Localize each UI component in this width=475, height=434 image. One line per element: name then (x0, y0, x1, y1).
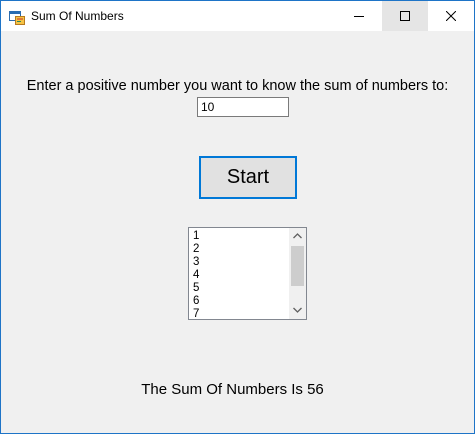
list-item[interactable]: 7 (191, 308, 289, 319)
numbers-listbox[interactable]: 1234567 (188, 227, 307, 320)
app-form-icon (9, 9, 25, 25)
list-item[interactable]: 3 (191, 256, 289, 269)
minimize-button[interactable] (336, 1, 382, 31)
result-label: The Sum Of Numbers Is 56 (141, 381, 324, 398)
scroll-down-arrow-icon (293, 307, 302, 313)
window-title: Sum Of Numbers (31, 9, 124, 23)
minimize-icon (354, 16, 364, 17)
list-item[interactable]: 1 (191, 230, 289, 243)
app-window: Sum Of Numbers Enter a positive number y… (0, 0, 475, 434)
list-item[interactable]: 4 (191, 269, 289, 282)
scroll-up-arrow-icon (293, 233, 302, 239)
list-item[interactable]: 5 (191, 282, 289, 295)
scroll-up-button[interactable] (289, 228, 306, 245)
maximize-button[interactable] (382, 1, 428, 31)
close-icon (446, 11, 456, 21)
number-input[interactable] (197, 97, 289, 117)
scroll-down-button[interactable] (289, 302, 306, 319)
list-item[interactable]: 2 (191, 243, 289, 256)
list-item[interactable]: 6 (191, 295, 289, 308)
vertical-scrollbar[interactable] (289, 228, 306, 319)
numbers-list: 1234567 (191, 230, 289, 319)
start-button[interactable]: Start (199, 156, 297, 199)
scroll-thumb[interactable] (291, 246, 304, 286)
maximize-icon (400, 11, 410, 21)
prompt-label: Enter a positive number you want to know… (26, 78, 449, 94)
title-bar[interactable]: Sum Of Numbers (1, 1, 474, 31)
close-button[interactable] (428, 1, 474, 31)
